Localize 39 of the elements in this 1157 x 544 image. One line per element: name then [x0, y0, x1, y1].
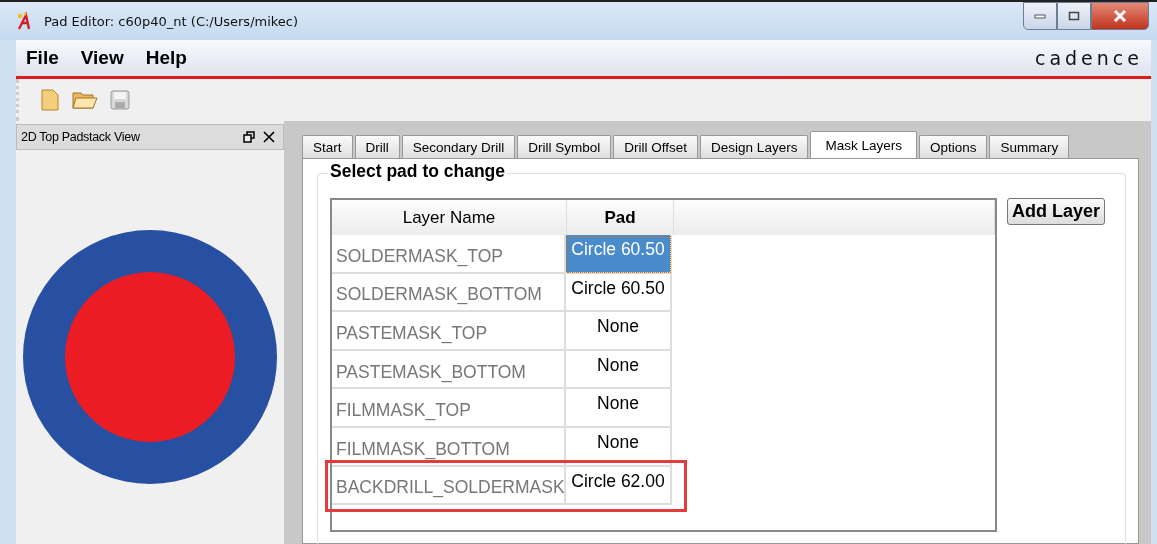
group-title: Select pad to change — [328, 161, 508, 182]
minimize-button[interactable] — [1023, 2, 1057, 30]
table-cell[interactable]: None — [566, 350, 672, 390]
menu-item[interactable]: File — [26, 47, 59, 69]
menu-item[interactable]: Help — [145, 47, 187, 69]
tab[interactable]: Drill Offset — [613, 135, 699, 158]
close-icon[interactable] — [263, 131, 275, 143]
close-icon — [1113, 10, 1127, 22]
table-cell: FILMMASK_BOTTOM — [332, 427, 566, 467]
panel-title: 2D Top Padstack View — [21, 130, 140, 144]
tab[interactable]: Start — [302, 135, 353, 158]
tab[interactable]: Options — [918, 135, 988, 158]
maximize-button[interactable] — [1057, 2, 1091, 30]
close-button[interactable] — [1091, 2, 1149, 30]
table-cell: PASTEMASK_BOTTOM — [332, 350, 566, 390]
table-cell[interactable]: Circle 62.00 — [566, 466, 672, 506]
minimize-icon — [1034, 13, 1046, 19]
column-header[interactable]: Layer Name — [332, 200, 567, 235]
table-cell[interactable]: Circle 60.50 — [566, 273, 672, 313]
tab[interactable]: Design Layers — [700, 135, 809, 158]
brand-logo: cadence — [1034, 47, 1143, 69]
table-cell[interactable]: None — [566, 427, 672, 467]
table-cell: BACKDRILL_SOLDERMASK — [332, 466, 566, 506]
table-cell[interactable]: None — [566, 312, 672, 351]
table-cell: PASTEMASK_TOP — [332, 312, 566, 351]
window-title: Pad Editor: c60p40_nt (C:/Users/mikec) — [44, 13, 299, 29]
table-cell[interactable]: Circle 60.50 — [566, 235, 672, 274]
float-icon[interactable] — [243, 131, 255, 143]
table-cell: FILMMASK_TOP — [332, 389, 566, 428]
add-layer-button[interactable]: Add Layer — [1006, 198, 1105, 225]
tab[interactable]: Secondary Drill — [401, 135, 516, 158]
tab[interactable]: Drill — [354, 135, 400, 158]
table-cell[interactable]: None — [566, 389, 672, 428]
tab[interactable]: Summary — [989, 135, 1070, 158]
tab[interactable]: Drill Symbol — [517, 135, 612, 158]
tab[interactable]: Mask Layers — [810, 131, 917, 158]
table-cell: SOLDERMASK_BOTTOM — [332, 273, 566, 313]
maximize-icon — [1068, 11, 1080, 21]
menu-item[interactable]: View — [80, 47, 124, 69]
